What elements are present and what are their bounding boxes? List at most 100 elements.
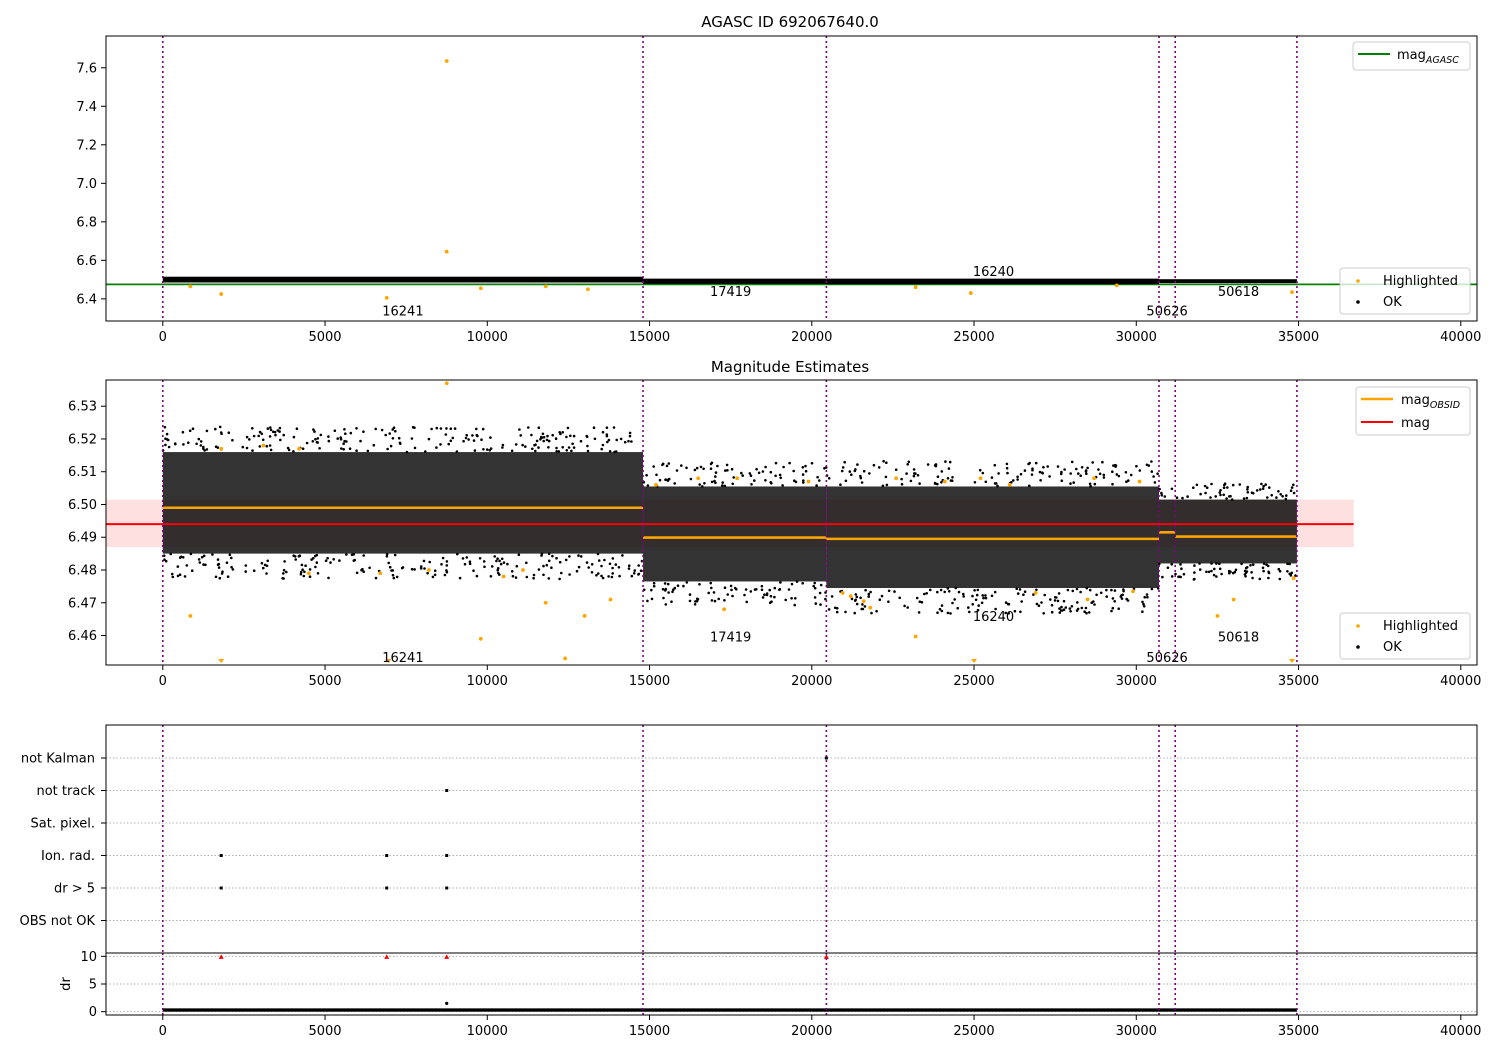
y-tick-label: 6.49 <box>68 531 97 546</box>
x-tick-label: 25000 <box>953 674 994 689</box>
x-tick-label: 5000 <box>308 1024 341 1039</box>
highlighted-point <box>188 613 193 618</box>
flag-point <box>385 886 389 890</box>
highlighted-point <box>444 381 449 386</box>
panel-1-legend-bottom: Highlighted OK <box>1339 267 1471 315</box>
highlighted-point <box>478 286 483 291</box>
x-tick-label: 15000 <box>629 330 670 345</box>
obsid-label: 50618 <box>1218 285 1259 300</box>
x-tick-label: 0 <box>159 1024 167 1039</box>
flag-category-label: OBS not OK <box>20 914 96 929</box>
out-of-range-marker <box>218 659 225 663</box>
panel-1-axes: 0 5000 10000 15000 20000 25000 30000 35000 40000… <box>76 61 1481 345</box>
dr-high-marker <box>384 954 390 959</box>
x-tick-label: 0 <box>159 330 167 345</box>
flag-category-label: Sat. pixel. <box>31 817 95 832</box>
highlighted-point <box>913 634 918 639</box>
highlighted-point <box>608 597 613 602</box>
highlighted-point <box>1092 476 1096 481</box>
highlighted-point <box>188 284 193 289</box>
highlighted-point <box>563 656 568 661</box>
legend-label-highlighted: Highlighted <box>1383 619 1458 634</box>
highlighted-point <box>868 605 873 610</box>
highlighted-point <box>543 600 548 605</box>
y-tick-label: 6.6 <box>76 254 97 269</box>
highlighted-point <box>426 568 431 572</box>
highlighted-point <box>306 571 311 576</box>
x-tick-label: 20000 <box>791 1024 832 1039</box>
legend-label-ok: OK <box>1383 295 1402 310</box>
highlighted-point <box>1131 589 1135 594</box>
highlighted-point <box>1231 597 1236 602</box>
panel-dr: 0 5000 10000 15000 20000 25000 30000 35000 40000… <box>59 950 1481 1039</box>
highlighted-point <box>654 482 658 487</box>
flag-point <box>445 789 449 792</box>
legend-marker-highlighted <box>1356 279 1360 283</box>
panel-1-title: AGASC ID 692067640.0 <box>701 13 879 31</box>
x-tick-label: 20000 <box>791 674 832 689</box>
panel-1-legend-top: magAGASC <box>1352 41 1471 71</box>
highlighted-point <box>297 446 301 451</box>
highlighted-point <box>861 599 866 604</box>
y-tick-label: 6.51 <box>68 465 97 480</box>
x-tick-label: 10000 <box>467 330 508 345</box>
ok-density <box>162 452 644 554</box>
highlighted-point <box>219 292 224 296</box>
panel-flags: not Kalman not track Sat. pixel. Ion. rad. d… <box>20 724 1478 954</box>
panel-4-ylabel: dr <box>59 977 74 991</box>
obsid-label: 16241 <box>382 304 423 319</box>
legend-label-mag: mag <box>1401 416 1430 431</box>
y-tick-label: 6.50 <box>68 498 97 513</box>
y-tick-label: 7.6 <box>76 61 97 76</box>
highlighted-point <box>840 591 845 595</box>
panel-4-axes: 0 5000 10000 15000 20000 25000 30000 35000 40000… <box>80 950 1481 1039</box>
out-of-range-marker <box>1289 659 1296 663</box>
obsid-label: 17419 <box>710 285 751 300</box>
obsid-label: 16240 <box>973 265 1014 280</box>
x-tick-label: 10000 <box>467 674 508 689</box>
out-of-range-marker <box>971 659 978 663</box>
flag-point <box>219 886 223 890</box>
highlighted-point <box>1290 290 1294 295</box>
ok-density <box>643 486 827 582</box>
obsid-label: 16241 <box>382 651 423 666</box>
x-tick-label: 35000 <box>1278 674 1319 689</box>
flag-point <box>445 886 449 890</box>
y-tick-label: 7.2 <box>76 138 97 153</box>
highlighted-point <box>384 295 389 300</box>
highlighted-point <box>219 446 224 451</box>
y-tick-label: 6.52 <box>68 432 97 447</box>
obsid-label: 50626 <box>1146 651 1187 666</box>
y-tick-label: 6.53 <box>68 400 97 415</box>
highlighted-point <box>1085 597 1090 602</box>
x-tick-label: 40000 <box>1440 330 1481 345</box>
ok-density <box>826 486 1159 589</box>
ok-points-band <box>162 276 644 283</box>
y-tick-label: 7.4 <box>76 100 97 115</box>
highlighted-point <box>942 479 947 484</box>
highlighted-point <box>696 476 701 481</box>
highlighted-point <box>444 249 449 254</box>
panel-4-plot-area <box>106 953 1477 1015</box>
y-tick-label: 5 <box>89 978 97 993</box>
panel-3-frame <box>105 724 1478 954</box>
highlighted-point <box>521 568 525 572</box>
x-tick-label: 40000 <box>1440 1024 1481 1039</box>
x-tick-label: 5000 <box>308 330 341 345</box>
panel-1-plot-area: 16241 17419 16240 50626 50618 <box>106 36 1477 321</box>
x-tick-label: 15000 <box>629 1024 670 1039</box>
highlighted-point <box>1114 283 1119 288</box>
highlighted-point <box>735 476 740 481</box>
x-tick-label: 30000 <box>1116 330 1157 345</box>
panel-2-legend-bottom: Highlighted OK <box>1339 612 1471 660</box>
y-tick-label: 6.8 <box>76 215 97 230</box>
legend-marker-ok <box>1356 300 1360 304</box>
x-tick-label: 30000 <box>1116 674 1157 689</box>
dr-points-band <box>162 1008 1297 1012</box>
highlighted-point <box>261 443 266 448</box>
x-tick-label: 35000 <box>1278 330 1319 345</box>
highlighted-point <box>968 291 973 295</box>
highlighted-point <box>582 613 587 618</box>
highlighted-point <box>478 636 483 641</box>
x-tick-label: 25000 <box>953 330 994 345</box>
